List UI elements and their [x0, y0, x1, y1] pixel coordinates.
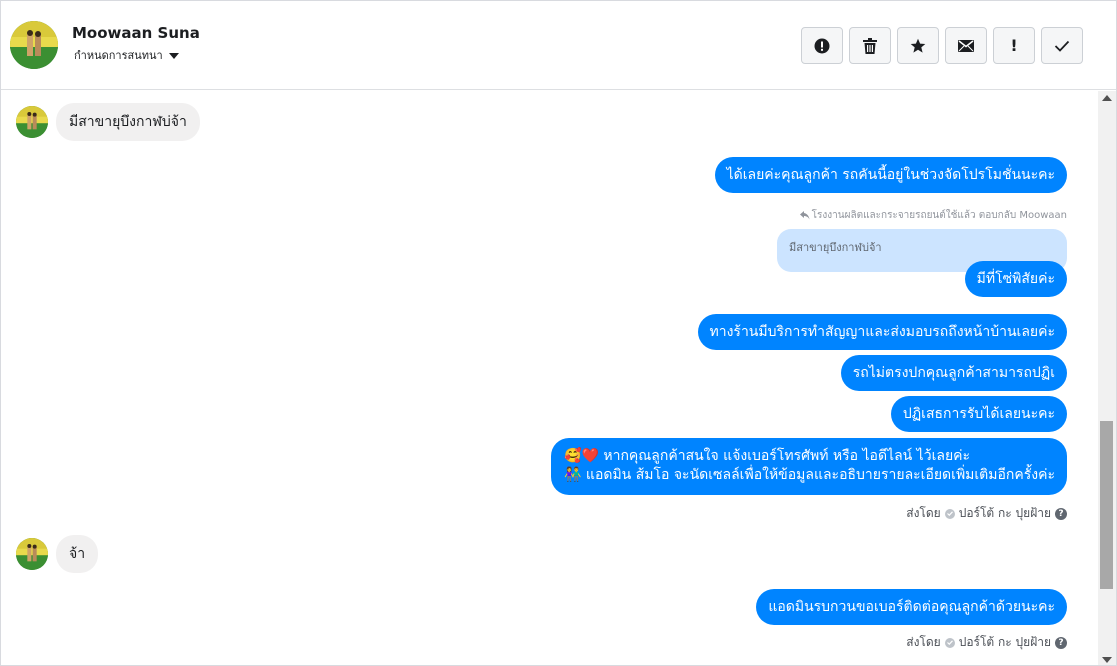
- star-icon: [910, 38, 926, 53]
- reply-context-text: โรงงานผลิตและกระจายรถยนต์ใช้แล้ว ตอบกลับ…: [811, 210, 1067, 221]
- messenger-window: Moowaan Suna กำหนดการสนทนา ! มีสาขายุบึง…: [0, 0, 1117, 666]
- message-line: 🥰❤️ หากคุณลูกค้าสนใจ แจ้งเบอร์โทรศัพท์ ห…: [564, 448, 971, 464]
- envelope-icon: [958, 39, 974, 52]
- delete-button[interactable]: [849, 27, 891, 64]
- outgoing-message-bubble[interactable]: ทางร้านมีบริการทำสัญญาและส่งมอบรถถึงหน้า…: [697, 314, 1067, 350]
- outgoing-message-bubble[interactable]: ได้เลยค่ะคุณลูกค้า รถคันนี้อยู่ในช่วงจัด…: [714, 157, 1067, 193]
- star-button[interactable]: [897, 27, 939, 64]
- contact-name[interactable]: Moowaan Suna: [72, 24, 200, 42]
- alert-circle-icon: [814, 38, 830, 53]
- sent-by-label: ส่งโดย: [906, 635, 941, 649]
- scroll-up-arrow-icon[interactable]: [1102, 95, 1112, 101]
- incoming-message-group: มีสาขายุบึงกาฬบ่จ้า: [16, 103, 200, 141]
- outgoing-message-bubble[interactable]: ปฏิเสธการรับได้เลยนะคะ: [890, 396, 1067, 432]
- mark-unread-button[interactable]: [945, 27, 987, 64]
- important-button[interactable]: !: [993, 27, 1035, 64]
- message-line: 👫 แอดมิน ส้มโอ จะนัดเซลล์เพื่อให้ข้อมูลแ…: [564, 467, 1055, 483]
- check-badge-icon: [944, 637, 955, 648]
- reply-context-note: โรงงานผลิตและกระจายรถยนต์ใช้แล้ว ตอบกลับ…: [799, 208, 1067, 223]
- incoming-message-group: จ้า: [16, 535, 99, 573]
- outgoing-message-bubble[interactable]: มีที่โซ่พิสัยค่ะ: [964, 261, 1067, 297]
- contact-avatar[interactable]: [16, 538, 48, 570]
- incoming-message-bubble[interactable]: มีสาขายุบึงกาฬบ่จ้า: [56, 103, 200, 141]
- scrollbar-thumb[interactable]: [1100, 421, 1113, 589]
- contact-avatar[interactable]: [10, 21, 58, 69]
- sent-by-info: ส่งโดย ปอร์โต้ กะ ปุยฝ้าย ?: [906, 504, 1067, 523]
- sent-by-label: ส่งโดย: [906, 506, 941, 520]
- thread-scrollbar[interactable]: [1098, 91, 1116, 665]
- caret-down-icon: [168, 52, 179, 59]
- help-icon[interactable]: ?: [1055, 507, 1067, 520]
- done-button[interactable]: [1041, 27, 1083, 64]
- conversation-header: Moowaan Suna กำหนดการสนทนา !: [1, 1, 1116, 90]
- message-thread[interactable]: มีสาขายุบึงกาฬบ่จ้า ได้เลยค่ะคุณลูกค้า ร…: [1, 91, 1098, 665]
- conversation-label-dropdown[interactable]: กำหนดการสนทนา: [74, 46, 179, 64]
- action-toolbar: !: [801, 27, 1083, 64]
- check-badge-icon: [944, 508, 955, 519]
- check-icon: [1054, 40, 1070, 52]
- conversation-label-text: กำหนดการสนทนา: [74, 49, 163, 62]
- scroll-down-arrow-icon[interactable]: [1102, 657, 1112, 663]
- report-button[interactable]: [801, 27, 843, 64]
- trash-icon: [863, 37, 877, 54]
- outgoing-message-bubble[interactable]: 🥰❤️ หากคุณลูกค้าสนใจ แจ้งเบอร์โทรศัพท์ ห…: [551, 438, 1067, 495]
- contact-avatar[interactable]: [16, 106, 48, 138]
- exclamation-icon: !: [1010, 36, 1018, 55]
- reply-arrow-icon: [799, 211, 810, 220]
- sent-by-info: ส่งโดย ปอร์โต้ กะ ปุยฝ้าย ?: [906, 633, 1067, 652]
- outgoing-message-bubble[interactable]: รถไม่ตรงปกคุณลูกค้าสามารถปฏิเ: [840, 355, 1067, 391]
- outgoing-message-bubble[interactable]: แอดมินรบกวนขอเบอร์ติดต่อคุณลูกค้าด้วยนะค…: [756, 589, 1067, 625]
- sent-by-name[interactable]: ปอร์โต้ กะ ปุยฝ้าย: [959, 504, 1051, 523]
- help-icon[interactable]: ?: [1055, 636, 1067, 649]
- sent-by-name[interactable]: ปอร์โต้ กะ ปุยฝ้าย: [959, 633, 1051, 652]
- incoming-message-bubble[interactable]: จ้า: [56, 535, 99, 573]
